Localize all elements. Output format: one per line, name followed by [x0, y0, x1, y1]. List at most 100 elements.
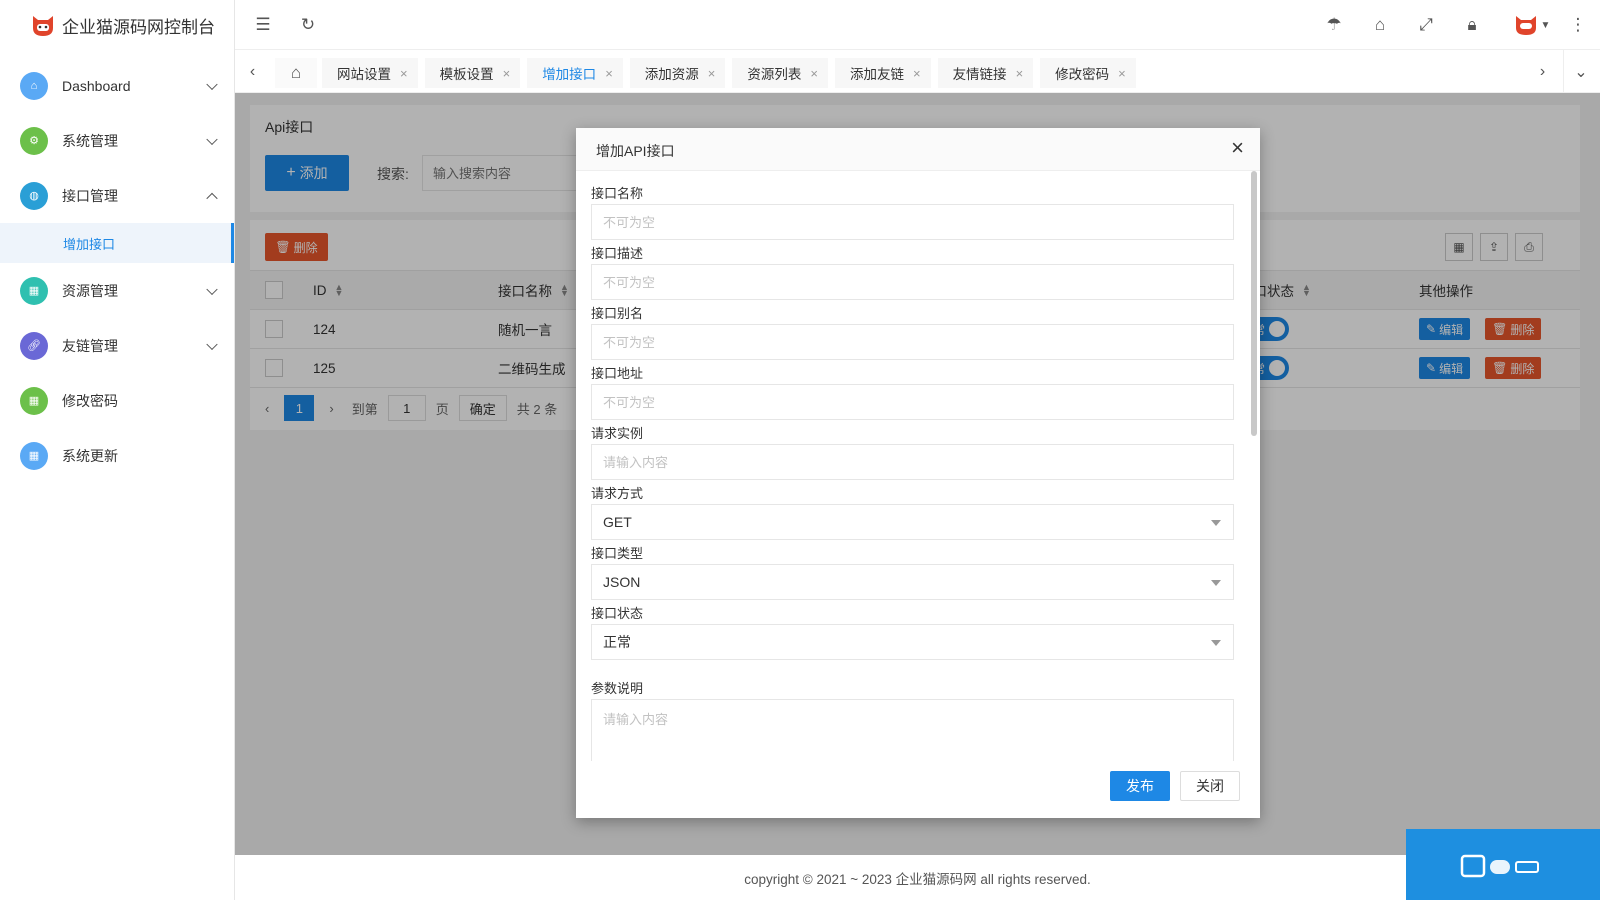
api-desc-input[interactable] — [591, 264, 1234, 300]
sidebar-subitem-add-api[interactable]: 增加接口 — [0, 223, 234, 263]
top-header: ☰ ↻ ☂ ⌂ ⤢ 🔒︎ ▼ ⋮ — [235, 0, 1600, 50]
cat-logo-icon — [33, 16, 53, 36]
tab-label: 修改密码 — [1055, 67, 1110, 82]
params-textarea[interactable] — [591, 699, 1234, 761]
sidebar-item-label: 系统管理 — [62, 132, 118, 149]
publish-button[interactable]: 发布 — [1110, 771, 1170, 801]
tabs-bar: ‹ ⌂ 网站设置 × 模板设置 × 增加接口 × 添加资源 × 资源列表 × 添加友链 × … — [235, 50, 1600, 93]
tab-dropdown-icon[interactable]: ⌄ — [1563, 50, 1598, 93]
dialog-body: 接口名称 接口描述 接口别名 接口地址 请求实例 请求方式 GET 接口类型 J… — [576, 171, 1260, 761]
tab-scroll-right-icon[interactable]: › — [1525, 50, 1560, 93]
field-label-method: 请求方式 — [591, 486, 644, 501]
grid-icon: ▦ — [20, 441, 48, 470]
tab-home[interactable]: ⌂ — [275, 58, 317, 88]
close-icon[interactable]: × — [1118, 66, 1126, 81]
close-icon[interactable]: × — [503, 66, 511, 81]
sidebar-item-label: 修改密码 — [62, 392, 118, 409]
field-label-alias: 接口别名 — [591, 306, 644, 321]
tag-icon[interactable]: ⌂ — [1369, 14, 1391, 36]
home-icon: ⌂ — [20, 71, 48, 100]
grid-icon: ▦ — [20, 276, 48, 305]
close-button[interactable]: 关闭 — [1180, 771, 1240, 801]
sidebar-item-update[interactable]: ▦ 系统更新 — [0, 428, 234, 483]
tab-add-api[interactable]: 增加接口 × — [527, 58, 623, 88]
sidebar-item-label: Dashboard — [62, 77, 131, 94]
add-api-dialog: 增加API接口 × 接口名称 接口描述 接口别名 接口地址 请求实例 请求方式 … — [576, 128, 1260, 818]
home-icon: ⌂ — [290, 63, 302, 82]
footer: copyright © 2021 ~ 2023 企业猫源码网 all right… — [235, 855, 1600, 900]
tab-change-password[interactable]: 修改密码 × — [1040, 58, 1136, 88]
caret-down-icon — [1211, 520, 1221, 526]
select-value: GET — [603, 514, 632, 530]
api-name-input[interactable] — [591, 204, 1234, 240]
field-label-url: 接口地址 — [591, 366, 644, 381]
sidebar-item-system[interactable]: ⚙ 系统管理 — [0, 113, 234, 168]
chevron-up-icon — [206, 192, 218, 204]
sidebar-item-api[interactable]: ◍ 接口管理 — [0, 168, 234, 223]
field-label-type: 接口类型 — [591, 546, 644, 561]
gear-icon: ⚙ — [20, 126, 48, 155]
grid-icon: ▦ — [20, 386, 48, 415]
dialog-scrollbar[interactable] — [1251, 171, 1257, 436]
chevron-down-icon — [206, 133, 218, 145]
caret-down-icon: ▼ — [1540, 19, 1551, 31]
close-icon[interactable]: × — [605, 66, 613, 81]
close-icon[interactable]: × — [1231, 137, 1244, 159]
refresh-icon[interactable]: ↻ — [297, 14, 319, 36]
chevron-down-icon — [206, 338, 218, 350]
globe-icon: ◍ — [20, 181, 48, 210]
close-icon[interactable]: × — [1016, 66, 1024, 81]
app-logo[interactable]: 企业猫源码网控制台 — [0, 0, 234, 50]
menu-collapse-icon[interactable]: ☰ — [252, 14, 274, 36]
site-watermark — [1406, 829, 1600, 900]
close-icon[interactable]: × — [708, 66, 716, 81]
tab-label: 增加接口 — [542, 67, 597, 82]
tab-resource-list[interactable]: 资源列表 × — [732, 58, 828, 88]
field-label-status: 接口状态 — [591, 606, 644, 621]
avatar-image — [1515, 16, 1536, 35]
select-value: 正常 — [603, 634, 631, 650]
sidebar-item-dashboard[interactable]: ⌂ Dashboard — [0, 58, 234, 113]
tab-template-settings[interactable]: 模板设置 × — [424, 58, 521, 88]
dialog-header: 增加API接口 × — [576, 128, 1260, 171]
api-alias-input[interactable] — [591, 324, 1234, 360]
tab-label: 添加资源 — [644, 67, 699, 82]
sidebar: 企业猫源码网控制台 ⌂ Dashboard ⚙ 系统管理 ◍ 接口管理 增加接口… — [0, 0, 235, 900]
api-url-input[interactable] — [591, 384, 1234, 420]
tab-scroll-left-icon[interactable]: ‹ — [235, 50, 270, 93]
tab-add-resource[interactable]: 添加资源 × — [629, 58, 726, 88]
dialog-title: 增加API接口 — [596, 143, 675, 159]
field-label-name: 接口名称 — [591, 186, 644, 201]
api-type-select[interactable]: JSON — [591, 564, 1234, 600]
tab-label: 资源列表 — [747, 67, 802, 82]
caret-down-icon — [1211, 640, 1221, 646]
request-method-select[interactable]: GET — [591, 504, 1234, 540]
api-status-select[interactable]: 正常 — [591, 624, 1234, 660]
request-example-input[interactable] — [591, 444, 1234, 480]
sidebar-item-label: 资源管理 — [62, 282, 118, 299]
sidebar-item-resources[interactable]: ▦ 资源管理 — [0, 263, 234, 318]
theme-icon[interactable]: ☂ — [1323, 14, 1345, 36]
close-icon[interactable]: × — [400, 66, 408, 81]
copyright-text: copyright © 2021 ~ 2023 企业猫源码网 all right… — [744, 871, 1091, 887]
select-value: JSON — [603, 574, 641, 590]
caret-down-icon — [1211, 580, 1221, 586]
tab-label: 网站设置 — [337, 67, 391, 82]
watermark-logo-icon — [1460, 854, 1539, 877]
chevron-down-icon — [206, 283, 218, 295]
sidebar-item-links[interactable]: 🔗︎ 友链管理 — [0, 318, 234, 373]
tab-label: 模板设置 — [439, 67, 494, 82]
sidebar-subitem-label: 增加接口 — [63, 236, 116, 252]
app-title: 企业猫源码网控制台 — [62, 17, 215, 37]
lock-icon[interactable]: 🔒︎ — [1461, 14, 1483, 36]
close-icon[interactable]: × — [913, 66, 921, 81]
fullscreen-icon[interactable]: ⤢ — [1415, 14, 1437, 36]
close-icon[interactable]: × — [810, 66, 818, 81]
tab-label: 友情链接 — [952, 67, 1007, 82]
tab-site-settings[interactable]: 网站设置 × — [322, 58, 418, 88]
avatar[interactable]: ▼ — [1512, 14, 1552, 36]
tab-add-link[interactable]: 添加友链 × — [834, 58, 931, 88]
sidebar-item-password[interactable]: ▦ 修改密码 — [0, 373, 234, 428]
more-icon[interactable]: ⋮ — [1567, 14, 1589, 36]
tab-friend-links[interactable]: 友情链接 × — [937, 58, 1034, 88]
